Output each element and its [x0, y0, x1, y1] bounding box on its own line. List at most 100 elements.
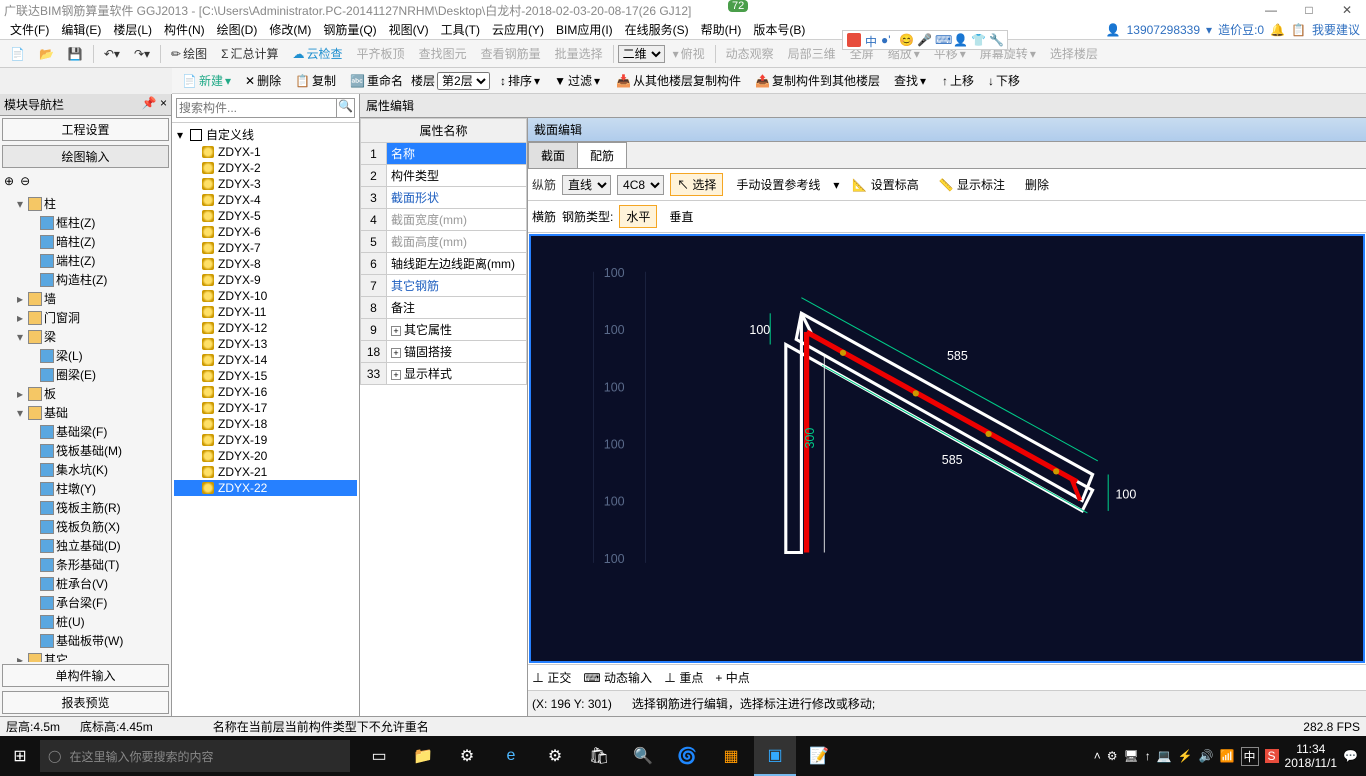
component-item[interactable]: ZDYX-1: [174, 144, 357, 160]
component-item[interactable]: ZDYX-5: [174, 208, 357, 224]
component-item[interactable]: ZDYX-8: [174, 256, 357, 272]
sort-button[interactable]: ↕ 排序▾: [494, 70, 546, 91]
note-icon[interactable]: 📝: [798, 736, 840, 776]
property-row[interactable]: 8备注: [361, 297, 527, 319]
suggest-link[interactable]: 我要建议: [1312, 21, 1360, 38]
expand-icon[interactable]: ⊕: [4, 174, 14, 188]
close-button[interactable]: ✕: [1332, 3, 1362, 17]
tree-item[interactable]: 梁(L): [2, 346, 169, 365]
save-button[interactable]: 💾: [62, 45, 89, 63]
windows-taskbar[interactable]: ⊞ ◯ 在这里输入你要搜索的内容 ▭ 📁 ⚙ e ⚙ 🛍 🔍 🌀 ▦ ▣ 📝 ˄…: [0, 736, 1366, 776]
horizontal-button[interactable]: 水平: [619, 205, 657, 228]
flat-roof-button[interactable]: 平齐板顶: [351, 43, 411, 64]
spiral-icon[interactable]: 🌀: [666, 736, 708, 776]
component-group-header[interactable]: ▾自定义线: [174, 125, 357, 144]
ortho-button[interactable]: ⊥ 正交: [532, 669, 571, 686]
tree-item[interactable]: 桩承台(V): [2, 574, 169, 593]
bird-view-button[interactable]: ▾ 俯视: [667, 43, 711, 64]
show-dim-button[interactable]: 📏 显示标注: [932, 173, 1012, 196]
move-down-button[interactable]: ↓ 下移: [982, 70, 1026, 91]
tree-item[interactable]: 承台梁(F): [2, 593, 169, 612]
project-settings-button[interactable]: 工程设置: [2, 118, 169, 141]
single-comp-input-button[interactable]: 单构件输入: [2, 664, 169, 687]
batch-select-button[interactable]: 批量选择: [549, 43, 609, 64]
find-button[interactable]: 查找▾: [888, 70, 932, 91]
app-icon[interactable]: ⚙: [446, 736, 488, 776]
menu-bim[interactable]: BIM应用(I): [550, 21, 619, 38]
component-item[interactable]: ZDYX-18: [174, 416, 357, 432]
bell-icon[interactable]: 🔔: [1270, 23, 1285, 37]
tree-item[interactable]: 独立基础(D): [2, 536, 169, 555]
component-item[interactable]: ZDYX-16: [174, 384, 357, 400]
component-item[interactable]: ZDYX-19: [174, 432, 357, 448]
volume-icon[interactable]: 🔊: [1199, 749, 1214, 763]
explorer-icon[interactable]: 📁: [402, 736, 444, 776]
search-input[interactable]: [176, 98, 337, 118]
tray-icon[interactable]: 🖥: [1123, 749, 1138, 763]
line-type-select[interactable]: 直线: [562, 175, 611, 195]
property-row[interactable]: 9+其它属性: [361, 319, 527, 341]
property-row[interactable]: 1名称: [361, 143, 527, 165]
tray-icon[interactable]: ⚡: [1178, 749, 1193, 763]
magnifier-icon[interactable]: 🔍: [622, 736, 664, 776]
tree-item[interactable]: 筏板主筋(R): [2, 498, 169, 517]
move-up-button[interactable]: ↑ 上移: [936, 70, 980, 91]
filter-button[interactable]: ▼ 过滤▾: [548, 70, 606, 91]
ggj-app-icon[interactable]: ▣: [754, 736, 796, 776]
component-item[interactable]: ZDYX-21: [174, 464, 357, 480]
copy-to-floor-button[interactable]: 📤 复制构件到其他楼层: [749, 70, 886, 91]
phone-link[interactable]: 13907298339: [1127, 23, 1200, 37]
dynamic-view-button[interactable]: 动态观察: [720, 43, 780, 64]
search-button[interactable]: 🔍: [337, 98, 355, 118]
vertical-button[interactable]: 垂直: [663, 206, 699, 227]
property-row[interactable]: 6轴线距左边线距离(mm): [361, 253, 527, 275]
menu-file[interactable]: 文件(F): [4, 21, 55, 38]
menu-rebar[interactable]: 钢筋量(Q): [317, 21, 382, 38]
tree-item[interactable]: ▾梁: [2, 327, 169, 346]
floor-select[interactable]: 第2层: [437, 72, 490, 90]
network-icon[interactable]: 📶: [1220, 749, 1235, 763]
property-row[interactable]: 2构件类型: [361, 165, 527, 187]
tree-item[interactable]: 桩(U): [2, 612, 169, 631]
dyn-input-button[interactable]: ⌨ 动态输入: [583, 669, 652, 686]
component-item[interactable]: ZDYX-22: [174, 480, 357, 496]
tree-item[interactable]: 基础梁(F): [2, 422, 169, 441]
tree-item[interactable]: 框柱(Z): [2, 213, 169, 232]
component-item[interactable]: ZDYX-7: [174, 240, 357, 256]
property-row[interactable]: 7其它钢筋: [361, 275, 527, 297]
tree-item[interactable]: ▾基础: [2, 403, 169, 422]
component-item[interactable]: ZDYX-9: [174, 272, 357, 288]
coin-label[interactable]: 造价豆:0: [1218, 21, 1264, 38]
menu-tools[interactable]: 工具(T): [435, 21, 486, 38]
delete-comp-button[interactable]: ✕ 删除: [239, 70, 287, 91]
component-item[interactable]: ZDYX-3: [174, 176, 357, 192]
tray-icon[interactable]: ↑: [1145, 749, 1151, 763]
component-item[interactable]: ZDYX-4: [174, 192, 357, 208]
component-item[interactable]: ZDYX-20: [174, 448, 357, 464]
tree-item[interactable]: 集水坑(K): [2, 460, 169, 479]
select-tool-button[interactable]: ↖ 选择: [670, 173, 723, 196]
component-item[interactable]: ZDYX-11: [174, 304, 357, 320]
tree-item[interactable]: 暗柱(Z): [2, 232, 169, 251]
collapse-icon[interactable]: ⊖: [20, 174, 30, 188]
menu-draw[interactable]: 绘图(D): [211, 21, 264, 38]
cloud-check-button[interactable]: ☁ 云检查: [287, 43, 349, 64]
set-elevation-button[interactable]: 📐 设置标高: [845, 173, 925, 196]
rebar-spec-select[interactable]: 4C8: [617, 175, 664, 195]
open-button[interactable]: 📂: [33, 45, 60, 63]
menu-component[interactable]: 构件(N): [158, 21, 211, 38]
menu-cloud[interactable]: 云应用(Y): [486, 21, 550, 38]
pin-icon[interactable]: 📌 ×: [142, 96, 167, 113]
tree-item[interactable]: ▸门窗洞: [2, 308, 169, 327]
start-button[interactable]: ⊞: [0, 746, 40, 766]
ime-tray[interactable]: 中: [1241, 747, 1259, 766]
tray-icon[interactable]: 💻: [1157, 749, 1172, 763]
edge-icon[interactable]: e: [490, 736, 532, 776]
pdf-icon[interactable]: ▦: [710, 736, 752, 776]
settings-icon[interactable]: ⚙: [534, 736, 576, 776]
tree-item[interactable]: ▸板: [2, 384, 169, 403]
note-icon[interactable]: 📋: [1291, 23, 1306, 37]
tree-item[interactable]: 柱墩(Y): [2, 479, 169, 498]
select-floor-button[interactable]: 选择楼层: [1044, 43, 1104, 64]
view-rebar-button[interactable]: 查看钢筋量: [475, 43, 547, 64]
